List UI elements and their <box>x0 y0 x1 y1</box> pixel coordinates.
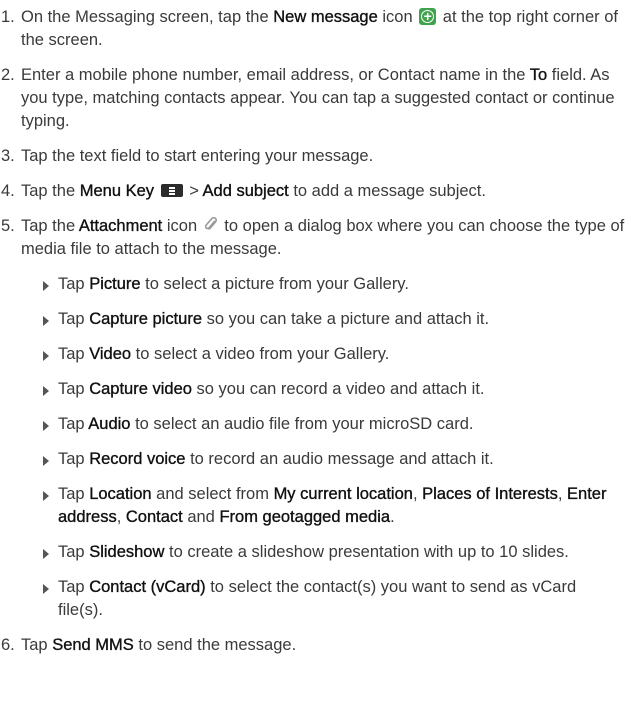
option-label: Slideshow <box>89 543 165 561</box>
step-text <box>154 182 159 200</box>
option-label: Record voice <box>89 450 186 468</box>
list-item: Tap Capture video so you can record a vi… <box>21 378 627 401</box>
step-text: Enter a mobile phone number, email addre… <box>21 66 530 84</box>
new-message-label: New message <box>273 8 378 26</box>
bullet-triangle-icon <box>43 316 49 326</box>
step-text: icon <box>377 8 418 26</box>
item-text: to record an audio message and attach it… <box>185 450 494 468</box>
bullet-triangle-icon <box>43 386 49 396</box>
to-field-label: To <box>529 66 548 84</box>
option-label: Audio <box>88 415 131 433</box>
attachment-label: Attachment <box>78 217 163 235</box>
list-item: Tap Contact (vCard) to select the contac… <box>21 576 627 622</box>
step-number: 6. <box>1 636 15 654</box>
step-text: Tap <box>21 636 53 654</box>
step-text: to send the message. <box>133 636 297 654</box>
bullet-triangle-icon <box>43 549 49 559</box>
add-subject-label: Add subject <box>202 182 289 200</box>
item-text: , <box>557 485 568 503</box>
option-label: Places of Interests <box>422 485 558 503</box>
step-number: 2. <box>1 66 15 84</box>
menu-key-label: Menu Key <box>79 182 155 200</box>
option-label: Picture <box>89 275 141 293</box>
step-text: > <box>184 182 203 200</box>
item-text: and <box>182 508 220 526</box>
list-item: Tap Audio to select an audio file from y… <box>21 413 627 436</box>
option-label: My current location <box>273 485 413 503</box>
step-4: 4. Tap the Menu Key > Add subject to add… <box>0 180 631 203</box>
step-6: 6. Tap Send MMS to send the message. <box>0 634 631 657</box>
menu-key-icon <box>160 184 183 197</box>
paperclip-icon <box>204 217 217 230</box>
step-text: On the Messaging screen, tap the <box>21 8 274 26</box>
list-item: Tap Capture picture so you can take a pi… <box>21 308 627 331</box>
item-text: so you can record a video and attach it. <box>191 380 485 398</box>
bullet-triangle-icon <box>43 351 49 361</box>
attachment-options-list: Tap Picture to select a picture from you… <box>21 273 627 622</box>
option-label: Capture video <box>89 380 192 398</box>
list-item: Tap Record voice to record an audio mess… <box>21 448 627 471</box>
item-text: Tap <box>58 485 90 503</box>
option-label: Capture picture <box>89 310 202 328</box>
send-mms-label: Send MMS <box>52 636 134 654</box>
item-text: so you can take a picture and attach it. <box>202 310 490 328</box>
instructions-page: 1. On the Messaging screen, tap the New … <box>0 0 631 701</box>
item-text: Tap <box>58 310 90 328</box>
list-item: Tap Location and select from My current … <box>21 483 627 529</box>
item-text: to select an audio file from your microS… <box>130 415 474 433</box>
option-label: From geotagged media <box>219 508 391 526</box>
step-text: Tap the text field to start entering you… <box>21 147 374 165</box>
step-5: 5. Tap the Attachment icon to open a dia… <box>0 215 631 622</box>
step-number: 3. <box>1 147 15 165</box>
step-number: 5. <box>1 217 15 235</box>
list-item: Tap Slideshow to create a slideshow pres… <box>21 541 627 564</box>
item-text: Tap <box>58 415 89 433</box>
option-label: Contact (vCard) <box>89 578 206 596</box>
step-text: to add a message subject. <box>288 182 486 200</box>
item-text: Tap <box>58 578 90 596</box>
bullet-triangle-icon <box>43 491 49 501</box>
item-text: , <box>412 485 423 503</box>
bullet-triangle-icon <box>43 584 49 594</box>
step-number: 4. <box>1 182 15 200</box>
step-text: icon <box>162 217 202 235</box>
item-text: . <box>390 508 395 526</box>
item-text: and select from <box>151 485 274 503</box>
new-message-icon <box>419 6 437 26</box>
step-2: 2. Enter a mobile phone number, email ad… <box>0 64 631 133</box>
item-text: , <box>116 508 126 526</box>
bullet-triangle-icon <box>43 421 49 431</box>
item-text: Tap <box>58 450 90 468</box>
step-number: 1. <box>1 8 15 26</box>
list-item: Tap Picture to select a picture from you… <box>21 273 627 296</box>
step-text: Tap the <box>21 217 79 235</box>
item-text: Tap <box>58 275 90 293</box>
item-text: to select a picture from your Gallery. <box>140 275 409 293</box>
item-text: Tap <box>58 345 90 363</box>
step-3: 3. Tap the text field to start entering … <box>0 145 631 168</box>
step-text: Tap the <box>21 182 80 200</box>
item-text: Tap <box>58 380 90 398</box>
item-text: to select a video from your Gallery. <box>131 345 390 363</box>
step-1: 1. On the Messaging screen, tap the New … <box>0 6 631 52</box>
item-text: Tap <box>58 543 90 561</box>
list-item: Tap Video to select a video from your Ga… <box>21 343 627 366</box>
item-text: to create a slideshow presentation with … <box>164 543 569 561</box>
bullet-triangle-icon <box>43 456 49 466</box>
option-label: Video <box>89 345 132 363</box>
option-label: Contact <box>125 508 183 526</box>
option-label: Location <box>89 485 152 503</box>
bullet-triangle-icon <box>43 281 49 291</box>
